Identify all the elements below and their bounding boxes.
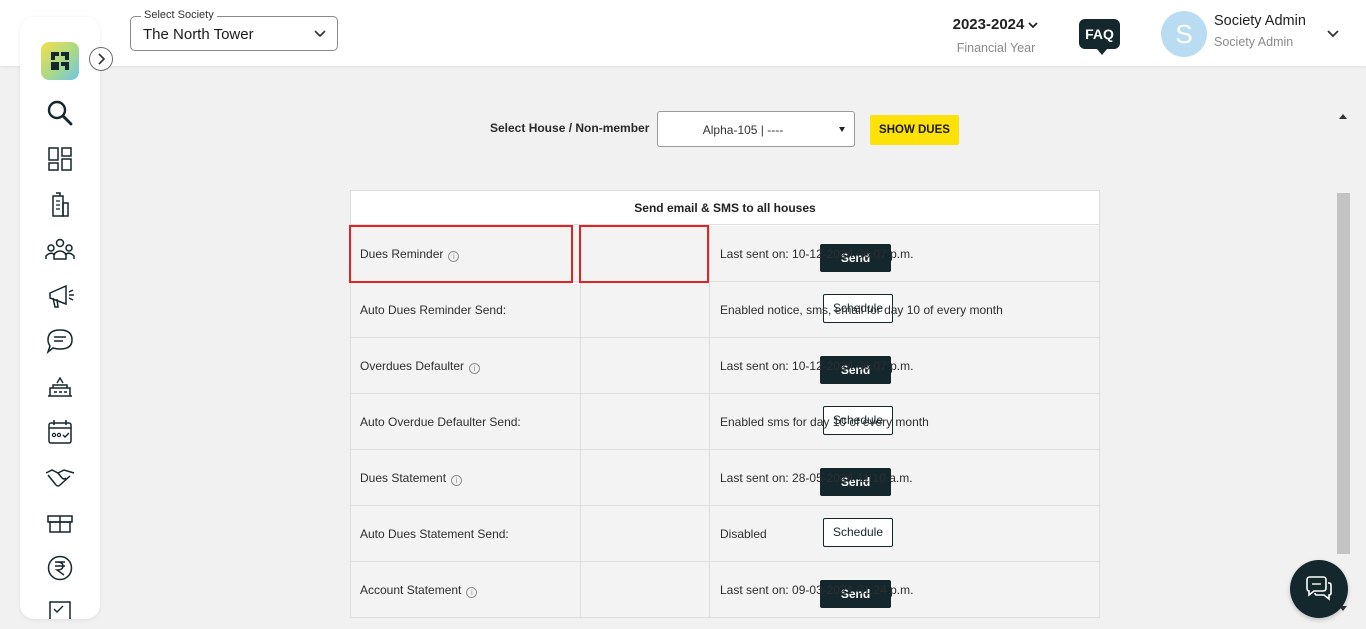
building-icon[interactable] — [44, 189, 76, 221]
search-icon[interactable] — [44, 97, 76, 129]
faq-button[interactable]: FAQ — [1079, 19, 1120, 55]
members-icon[interactable] — [44, 234, 76, 266]
table-row: Account Statement i Send Last sent on: 09… — [351, 562, 1099, 618]
row-status: Enabled notice, sms, email for day 10 of… — [720, 303, 1003, 317]
chevron-down-icon — [1028, 22, 1038, 29]
info-icon[interactable]: i — [466, 587, 478, 598]
notifications-panel: Send email & SMS to all houses Dues Remi… — [350, 190, 1100, 618]
row-status: Enabled sms for day 10 of every month — [720, 415, 929, 429]
table-row: Auto Dues Reminder Send: Schedule Enable… — [351, 282, 1099, 338]
row-label: Auto Dues Statement Send: — [360, 527, 509, 541]
calendar-icon[interactable] — [44, 416, 76, 448]
auto-dues-statement-schedule-button[interactable]: Schedule — [823, 518, 893, 547]
chat-support-button[interactable] — [1290, 560, 1348, 618]
chevron-down-icon — [314, 30, 326, 38]
row-label: Overdues Defaulter — [360, 359, 465, 373]
house-select-label: Select House / Non-member — [490, 121, 650, 135]
gift-icon[interactable] — [44, 507, 76, 539]
announcement-icon[interactable] — [44, 280, 76, 312]
row-status: Last sent on: 10-12-2024 06:07 p.m. — [720, 247, 914, 261]
caret-down-icon — [839, 127, 845, 132]
logo-icon[interactable] — [41, 42, 79, 80]
chat-bubble-icon — [1306, 576, 1332, 601]
row-label: Auto Dues Reminder Send: — [360, 303, 507, 317]
info-icon[interactable]: i — [448, 251, 460, 262]
table-row: Auto Overdue Defaulter Send: Schedule En… — [351, 394, 1099, 450]
society-select-value: The North Tower — [143, 26, 254, 43]
row-label: Account Statement — [360, 583, 462, 597]
row-label: Auto Overdue Defaulter Send: — [360, 415, 521, 429]
financial-year-label: Financial Year — [956, 41, 1036, 55]
chevron-down-icon[interactable] — [1326, 26, 1340, 40]
chevron-right-icon — [98, 53, 106, 65]
scrollbar-thumb[interactable] — [1337, 193, 1350, 554]
sidebar-toggle-button[interactable] — [89, 47, 113, 71]
user-role: Society Admin — [1214, 35, 1294, 49]
row-status: Disabled — [720, 527, 767, 541]
user-name: Society Admin — [1214, 13, 1306, 29]
financial-year-selector[interactable]: 2023-2024 Financial Year — [940, 16, 1052, 55]
house-select-value: Alpha-105 | ---- — [702, 123, 784, 137]
info-icon[interactable]: i — [469, 363, 481, 374]
checklist-icon[interactable] — [44, 597, 76, 619]
house-select[interactable]: Alpha-105 | ---- — [657, 111, 855, 147]
info-icon[interactable]: i — [451, 475, 463, 486]
scroll-up-arrow[interactable] — [1339, 114, 1347, 119]
row-label: Dues Reminder — [360, 247, 444, 261]
table-row: Overdues Defaulter i Send Last sent on: 1… — [351, 338, 1099, 394]
society-select[interactable]: Select Society The North Tower — [130, 9, 338, 51]
avatar[interactable]: S — [1161, 11, 1207, 57]
table-row: Dues Statement i Send Last sent on: 28-05… — [351, 450, 1099, 506]
row-status: Last sent on: 09-03-2021 01:24 p.m. — [720, 583, 914, 597]
panel-title: Send email & SMS to all houses — [351, 191, 1099, 225]
row-status: Last sent on: 10-12-2024 06:07 p.m. — [720, 359, 914, 373]
row-label: Dues Statement — [360, 471, 447, 485]
dashboard-icon[interactable] — [44, 143, 76, 175]
handshake-icon[interactable] — [44, 461, 76, 493]
table-row: Auto Dues Statement Send: Schedule Disab… — [351, 506, 1099, 562]
table-row: Dues Reminder i Send Last sent on: 10-12-… — [351, 226, 1099, 282]
sidebar — [20, 17, 100, 619]
society-select-label: Select Society — [141, 9, 217, 21]
row-status: Last sent on: 28-05-2024 11:10 a.m. — [720, 471, 913, 485]
financial-year-value: 2023-2024 — [952, 16, 1025, 33]
chat-icon[interactable] — [44, 325, 76, 357]
top-header: Select Society The North Tower 2023-2024… — [0, 0, 1366, 66]
facility-icon[interactable] — [44, 371, 76, 403]
rupee-icon[interactable] — [44, 552, 76, 584]
show-dues-button[interactable]: SHOW DUES — [870, 115, 959, 145]
